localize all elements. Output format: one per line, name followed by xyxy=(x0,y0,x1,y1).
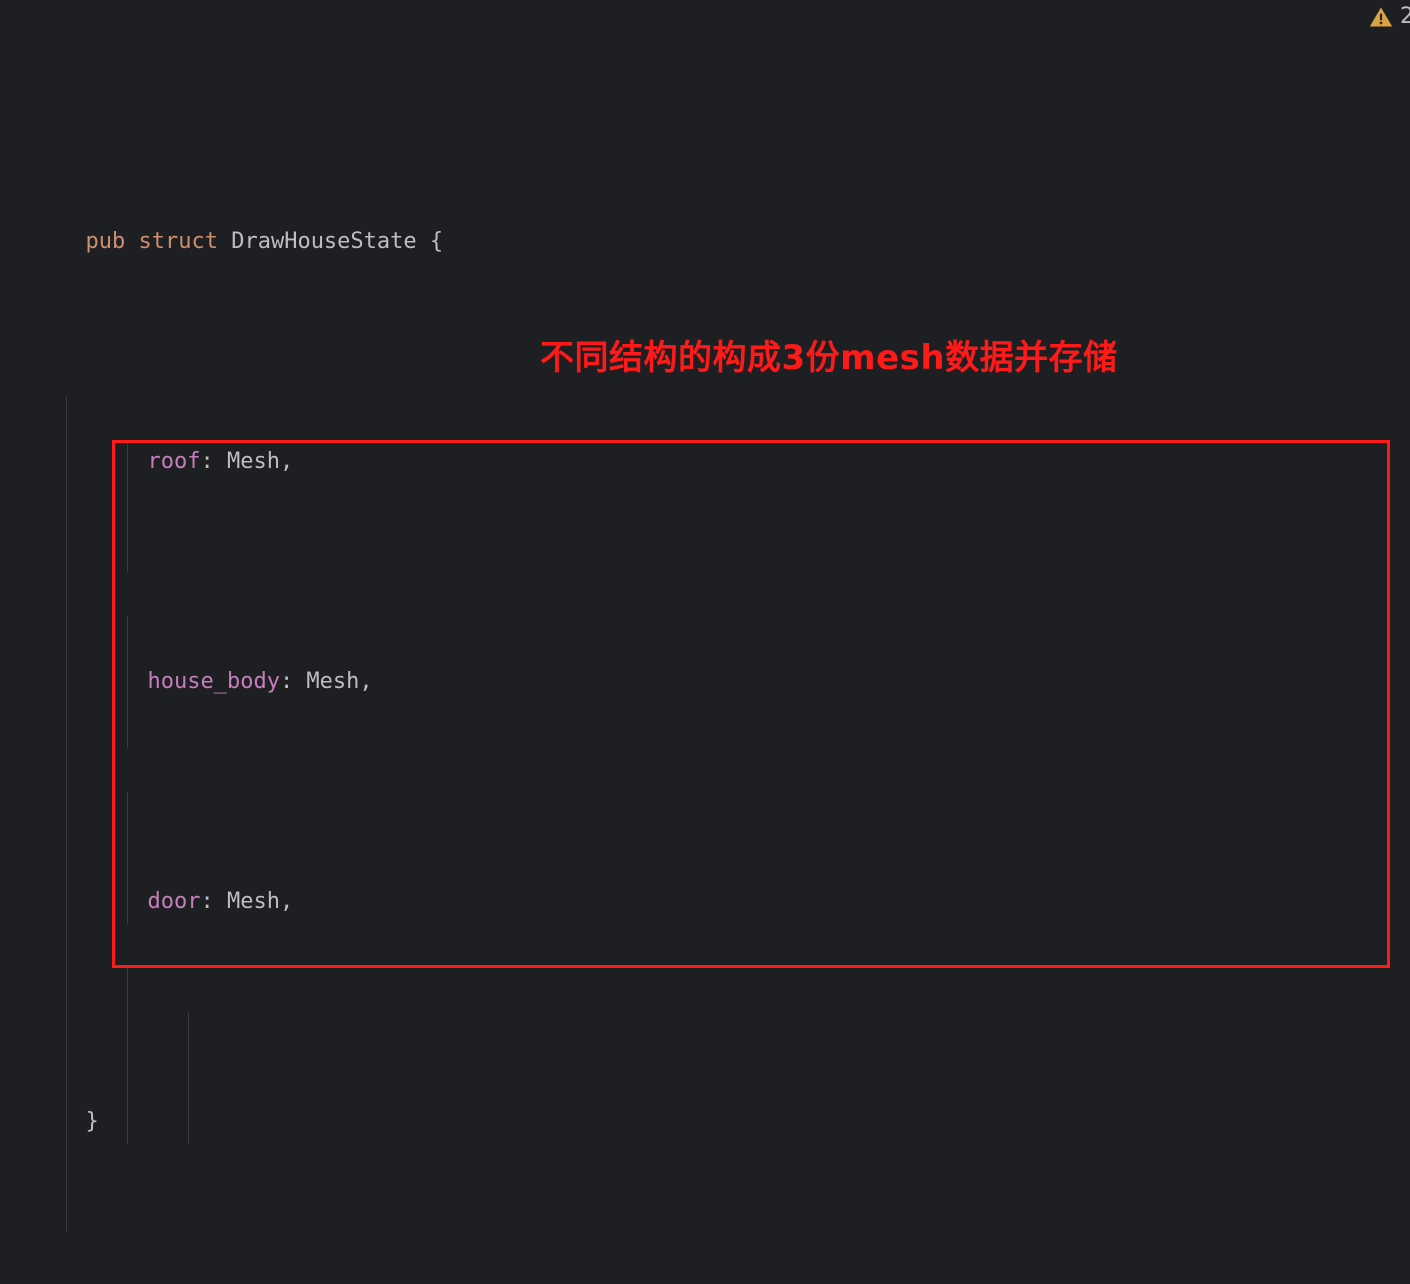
struct-field-name: door xyxy=(147,889,201,914)
code-line: } xyxy=(0,1056,1410,1134)
struct-field-type: : Mesh, xyxy=(279,669,373,694)
brace-open: { xyxy=(416,229,444,254)
red-annotation-text: 不同结构的构成3份mesh数据并存储 xyxy=(540,338,1118,378)
code-editor[interactable]: pub struct DrawHouseState { roof: Mesh, … xyxy=(0,0,1410,1284)
code-line: house_body: Mesh, xyxy=(0,616,1410,694)
code-line: roof: Mesh, xyxy=(0,396,1410,474)
struct-name: DrawHouseState xyxy=(231,229,417,254)
brace-close: } xyxy=(85,1109,99,1134)
struct-field-type: : Mesh, xyxy=(200,449,294,474)
code-content[interactable]: pub struct DrawHouseState { roof: Mesh, … xyxy=(0,0,1410,1284)
code-line: pub struct DrawHouseState { xyxy=(0,176,1410,254)
struct-field-name: roof xyxy=(147,449,201,474)
keyword-struct: struct xyxy=(138,229,218,254)
inspection-status-widget[interactable]: 2 xyxy=(1368,4,1410,29)
keyword-pub: pub xyxy=(85,229,126,254)
struct-field-type: : Mesh, xyxy=(200,889,294,914)
code-line: door: Mesh, xyxy=(0,836,1410,914)
struct-field-name: house_body xyxy=(147,669,280,694)
warning-count: 2 xyxy=(1400,4,1410,29)
warning-triangle-icon[interactable] xyxy=(1368,5,1394,29)
